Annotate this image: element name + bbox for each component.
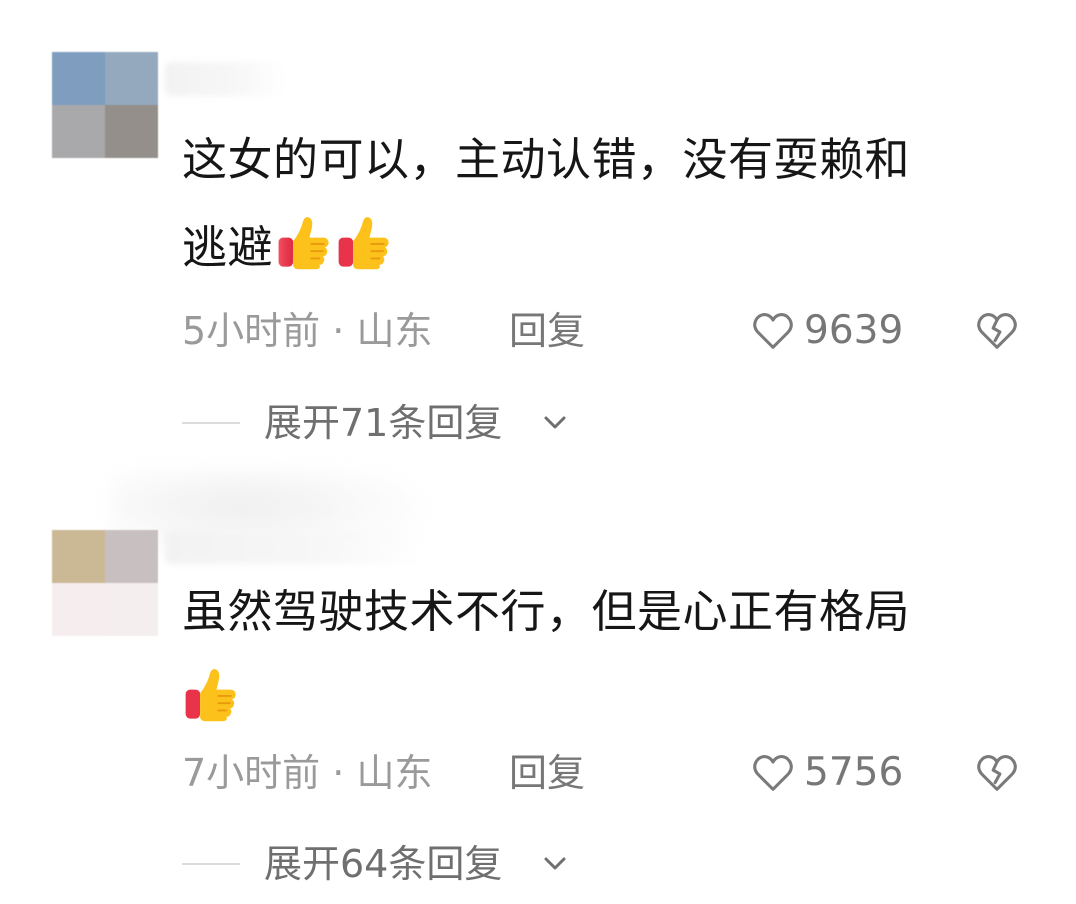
- like-button[interactable]: 9639: [750, 301, 903, 361]
- comment-item: 这女的可以，主动认错，没有耍赖和 逃避 5小时前 · 山东 回复 9639 展开…: [0, 0, 1076, 470]
- meta-separator: ·: [332, 309, 345, 353]
- comment-text-line: 虽然驾驶技术不行，但是心正有格局: [182, 585, 911, 638]
- comment-time: 5小时前: [182, 309, 321, 353]
- avatar[interactable]: [52, 52, 158, 158]
- comment-time: 7小时前: [182, 751, 321, 795]
- heart-outline-icon: [753, 755, 793, 791]
- thumbs-up-emoji-icon: [182, 665, 240, 723]
- comment-meta: 5小时前 · 山东 回复 9639: [182, 301, 1042, 361]
- expand-replies-label: 展开71条回复: [264, 401, 503, 445]
- avatar-pixel: [105, 583, 158, 636]
- comment-text-line: 这女的可以，主动认错，没有耍赖和: [182, 133, 911, 186]
- expand-replies-button[interactable]: 展开71条回复: [182, 393, 682, 453]
- thumbs-up-emoji-icon: [335, 213, 393, 271]
- avatar-pixel: [52, 52, 105, 105]
- reply-button[interactable]: 回复: [509, 301, 585, 361]
- avatar-pixel: [105, 530, 158, 583]
- avatar-pixel: [105, 52, 158, 105]
- broken-heart-icon[interactable]: [974, 308, 1020, 354]
- like-count: 5756: [804, 750, 904, 795]
- broken-heart-icon[interactable]: [974, 750, 1020, 796]
- comment-text-tail: 逃避: [182, 221, 274, 274]
- comment-time-location: 5小时前 · 山东: [182, 301, 432, 361]
- heart-outline-icon: [753, 313, 793, 349]
- comment-location: 山东: [356, 751, 433, 795]
- username-redacted[interactable]: [165, 530, 425, 564]
- thumbs-up-emoji-icon: [275, 213, 333, 271]
- comment-text: 虽然驾驶技术不行，但是心正有格局: [182, 568, 1022, 744]
- comment-text-line: [182, 656, 1022, 744]
- avatar-pixel: [52, 105, 105, 158]
- avatar-pixel: [52, 530, 105, 583]
- chevron-down-icon: [544, 857, 566, 870]
- comment-text: 这女的可以，主动认错，没有耍赖和 逃避: [182, 116, 1022, 292]
- username-redacted[interactable]: [165, 62, 285, 96]
- like-count: 9639: [804, 308, 904, 353]
- expand-divider: [182, 422, 240, 424]
- avatar[interactable]: [52, 530, 158, 636]
- like-button[interactable]: 5756: [750, 743, 903, 803]
- chevron-down-icon: [544, 416, 566, 429]
- comment-item: 虽然驾驶技术不行，但是心正有格局 7小时前 · 山东 回复 5756 展开64条…: [0, 470, 1076, 904]
- expand-divider: [182, 863, 240, 865]
- expand-replies-label: 展开64条回复: [264, 842, 503, 886]
- comment-meta: 7小时前 · 山东 回复 5756: [182, 743, 1042, 803]
- avatar-pixel: [105, 105, 158, 158]
- reply-button[interactable]: 回复: [509, 743, 585, 803]
- comment-text-line: 逃避: [182, 204, 1022, 292]
- comment-time-location: 7小时前 · 山东: [182, 743, 432, 803]
- expand-replies-button[interactable]: 展开64条回复: [182, 834, 682, 894]
- meta-separator: ·: [332, 751, 345, 795]
- avatar-pixel: [52, 583, 105, 636]
- comment-location: 山东: [356, 309, 433, 353]
